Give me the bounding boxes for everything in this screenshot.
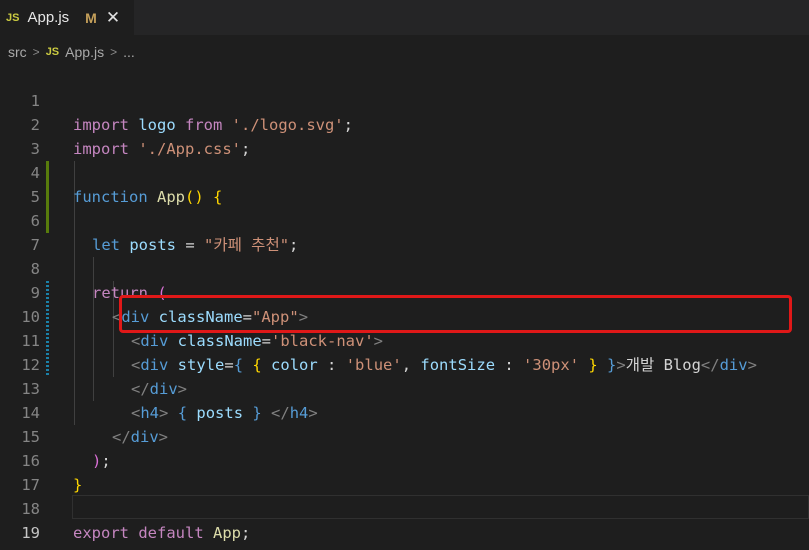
tab-app-js[interactable]: JS App.js M ✕ — [0, 0, 134, 35]
breadcrumb-symbol[interactable]: ... — [123, 44, 135, 60]
code-line[interactable]: 19 — [0, 497, 809, 542]
line-number: 19 — [21, 524, 40, 542]
chevron-right-icon: > — [110, 45, 118, 59]
code-text: export default App; — [73, 524, 251, 542]
breadcrumb-folder[interactable]: src — [8, 44, 27, 60]
code-line[interactable]: 4 function App() { — [0, 137, 809, 206]
chevron-right-icon: > — [32, 45, 40, 59]
tab-bar: JS App.js M ✕ — [0, 0, 809, 35]
breadcrumb: src > JS App.js > ... — [0, 40, 135, 64]
code-line[interactable]: 9 <div className="App"> — [0, 257, 809, 326]
code-line[interactable]: 18 export default App; — [0, 473, 809, 542]
code-line[interactable]: 7 — [0, 209, 809, 254]
code-line[interactable]: 16 } — [0, 425, 809, 494]
highlight-annotation-box — [119, 295, 792, 333]
code-line[interactable]: 15 ); — [0, 401, 809, 470]
javascript-file-icon: JS — [6, 11, 20, 24]
code-line[interactable]: 17 — [0, 449, 809, 494]
code-line[interactable]: 3 — [0, 113, 809, 158]
tab-filename: App.js — [27, 9, 70, 26]
modified-indicator: M — [85, 9, 97, 26]
code-line[interactable]: 6 let posts = "카페 추천"; — [0, 185, 809, 254]
code-line[interactable]: 14 </div> — [0, 377, 809, 446]
code-line[interactable]: 8 return ( — [0, 233, 809, 302]
code-line[interactable]: 1 import logo from './logo.svg'; — [0, 65, 809, 134]
breadcrumb-file[interactable]: App.js — [65, 44, 104, 60]
close-icon[interactable]: ✕ — [106, 8, 120, 28]
code-line[interactable]: 5 — [0, 161, 809, 206]
code-line[interactable]: 13 <h4> { posts } </h4> — [0, 353, 809, 422]
code-line[interactable]: 2 import './App.css'; — [0, 89, 809, 158]
javascript-file-icon: JS — [45, 46, 60, 58]
